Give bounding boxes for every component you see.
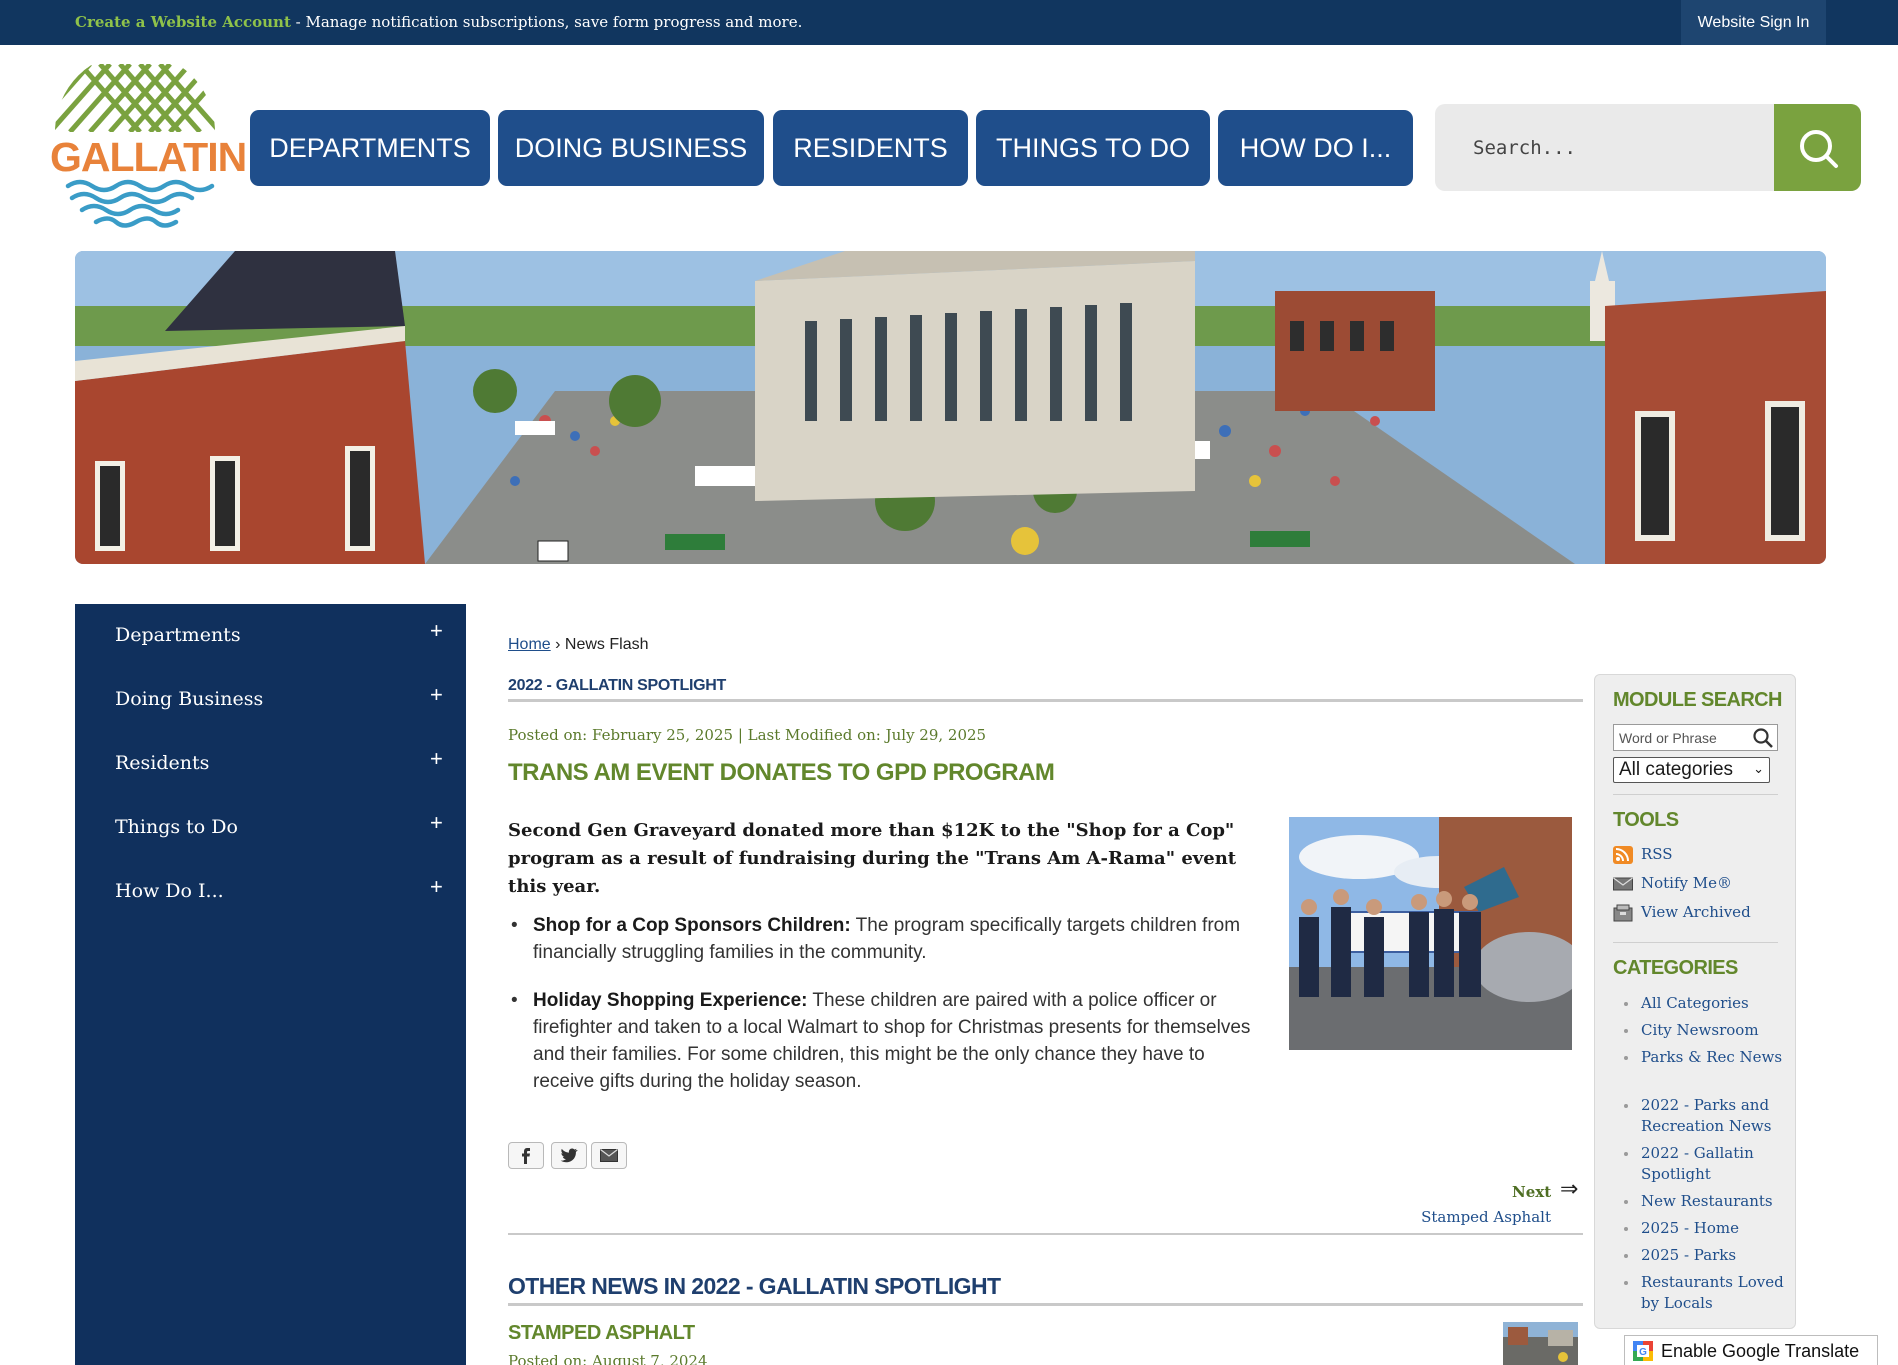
category-heading[interactable]: 2022 - GALLATIN SPOTLIGHT — [508, 677, 726, 695]
sidebar-item-departments[interactable]: Departments + — [75, 604, 466, 668]
account-message-text: - Manage notification subscriptions, sav… — [290, 13, 803, 31]
divider — [1613, 942, 1778, 943]
sidebar-item-label: Doing Business — [115, 688, 264, 710]
create-account-link[interactable]: Create a Website Account — [75, 13, 291, 31]
check-presentation-photo — [1289, 817, 1572, 1050]
category-link[interactable]: 2025 - Parks — [1624, 1245, 1786, 1266]
category-select[interactable]: All categories ⌄ — [1613, 757, 1770, 783]
email-share-button[interactable] — [591, 1142, 627, 1169]
bullet-heading: Holiday Shopping Experience: — [533, 990, 808, 1011]
search-icon[interactable] — [1752, 727, 1774, 749]
module-search-input[interactable] — [1614, 725, 1744, 750]
sidebar-item-things-to-do[interactable]: Things to Do + — [75, 796, 466, 860]
sidebar-item-label: Things to Do — [115, 816, 238, 838]
module-search-heading: MODULE SEARCH — [1613, 689, 1782, 711]
tool-label: View Archived — [1641, 903, 1751, 921]
next-label[interactable]: Next — [1512, 1183, 1551, 1201]
category-link[interactable]: New Restaurants — [1624, 1191, 1786, 1212]
nav-doing-business[interactable]: DOING BUSINESS — [498, 110, 764, 186]
divider — [508, 1233, 1583, 1235]
other-news-title-link[interactable]: STAMPED ASPHALT — [508, 1322, 695, 1345]
sidebar-item-label: Departments — [115, 624, 241, 646]
list-item: Shop for a Cop Sponsors Children: The pr… — [508, 912, 1268, 966]
article-lede: Second Gen Graveyard donated more than $… — [508, 820, 1237, 897]
category-select-value: All categories — [1619, 759, 1734, 780]
category-link[interactable]: All Categories — [1624, 993, 1786, 1014]
twitter-share-button[interactable] — [551, 1142, 587, 1169]
sidebar-item-residents[interactable]: Residents + — [75, 732, 466, 796]
hero-banner-image — [75, 251, 1826, 564]
logo-text: GALLATIN — [50, 134, 247, 180]
rss-icon — [1613, 846, 1633, 864]
tool-label: Notify Me® — [1641, 874, 1733, 892]
posted-date: Posted on: February 25, 2025 | Last Modi… — [508, 726, 987, 744]
chevron-down-icon: ⌄ — [1753, 761, 1764, 776]
other-news-posted-date: Posted on: August 7, 2024 — [508, 1352, 708, 1365]
next-article-link[interactable]: Stamped Asphalt — [1417, 1208, 1551, 1226]
google-translate-label: Enable Google Translate — [1661, 1340, 1860, 1361]
tools-heading: TOOLS — [1613, 809, 1679, 831]
article-title: TRANS AM EVENT DONATES TO GPD PROGRAM — [508, 759, 1055, 786]
module-sidebar: MODULE SEARCH All categories ⌄ TOOLS RSS… — [1594, 674, 1796, 1329]
breadcrumb: Home › News Flash — [508, 636, 648, 654]
expand-icon[interactable]: + — [430, 874, 443, 900]
sidebar-nav: Departments + Doing Business + Residents… — [75, 604, 466, 1365]
module-search-box — [1613, 724, 1778, 751]
divider — [508, 1303, 1583, 1306]
category-link[interactable]: Restaurants Loved by Locals — [1624, 1272, 1786, 1314]
facebook-icon — [522, 1147, 530, 1164]
other-news-thumbnail[interactable] — [1503, 1322, 1578, 1365]
category-link[interactable]: 2022 - Gallatin Spotlight — [1624, 1143, 1786, 1185]
next-arrow-icon[interactable]: ⇒ — [1560, 1177, 1578, 1202]
nav-things-to-do[interactable]: THINGS TO DO — [976, 110, 1210, 186]
archive-icon — [1613, 904, 1633, 922]
top-bar: Create a Website Account - Manage notifi… — [0, 0, 1898, 45]
sidebar-item-label: How Do I... — [115, 880, 224, 902]
sidebar-item-label: Residents — [115, 752, 210, 774]
sign-in-button[interactable]: Website Sign In — [1681, 0, 1826, 45]
list-item: Holiday Shopping Experience: These child… — [508, 987, 1268, 1095]
town-square-photo — [75, 251, 1826, 564]
other-news-heading: OTHER NEWS IN 2022 - GALLATIN SPOTLIGHT — [508, 1273, 1001, 1299]
article-photo[interactable] — [1289, 817, 1572, 1050]
breadcrumb-home-link[interactable]: Home — [508, 636, 551, 653]
sidebar-item-how-do-i[interactable]: How Do I... + — [75, 860, 466, 924]
category-link[interactable]: City Newsroom — [1624, 1020, 1786, 1041]
expand-icon[interactable]: + — [430, 746, 443, 772]
expand-icon[interactable]: + — [430, 682, 443, 708]
category-link[interactable]: Parks & Rec News — [1624, 1047, 1786, 1068]
divider — [508, 699, 1583, 702]
bullet-heading: Shop for a Cop Sponsors Children: — [533, 915, 851, 936]
expand-icon[interactable]: + — [430, 618, 443, 644]
twitter-icon — [560, 1148, 578, 1163]
google-translate-icon: G — [1633, 1341, 1653, 1361]
google-translate-button[interactable]: G Enable Google Translate — [1624, 1335, 1878, 1365]
search-input[interactable] — [1435, 104, 1774, 191]
gallatin-logo[interactable]: GALLATIN — [50, 62, 247, 234]
facebook-share-button[interactable] — [508, 1142, 544, 1169]
breadcrumb-current: News Flash — [564, 636, 649, 653]
expand-icon[interactable]: + — [430, 810, 443, 836]
envelope-icon — [1613, 877, 1633, 891]
site-search — [1435, 104, 1861, 191]
sidebar-item-doing-business[interactable]: Doing Business + — [75, 668, 466, 732]
search-icon — [1799, 129, 1838, 168]
svg-text:G: G — [1639, 1347, 1647, 1358]
search-button[interactable] — [1774, 104, 1861, 191]
category-link[interactable]: 2022 - Parks and Recreation News — [1624, 1095, 1786, 1137]
account-message: Create a Website Account - Manage notifi… — [75, 13, 802, 31]
nav-residents[interactable]: RESIDENTS — [773, 110, 968, 186]
nav-departments[interactable]: DEPARTMENTS — [250, 110, 490, 186]
stamped-asphalt-photo — [1503, 1322, 1578, 1365]
tool-label: RSS — [1641, 845, 1673, 863]
nav-how-do-i[interactable]: HOW DO I... — [1218, 110, 1413, 186]
category-link[interactable]: 2025 - Home — [1624, 1218, 1786, 1239]
email-icon — [600, 1149, 618, 1162]
categories-heading: CATEGORIES — [1613, 957, 1738, 979]
divider — [1613, 794, 1778, 795]
breadcrumb-separator: › — [550, 636, 565, 653]
